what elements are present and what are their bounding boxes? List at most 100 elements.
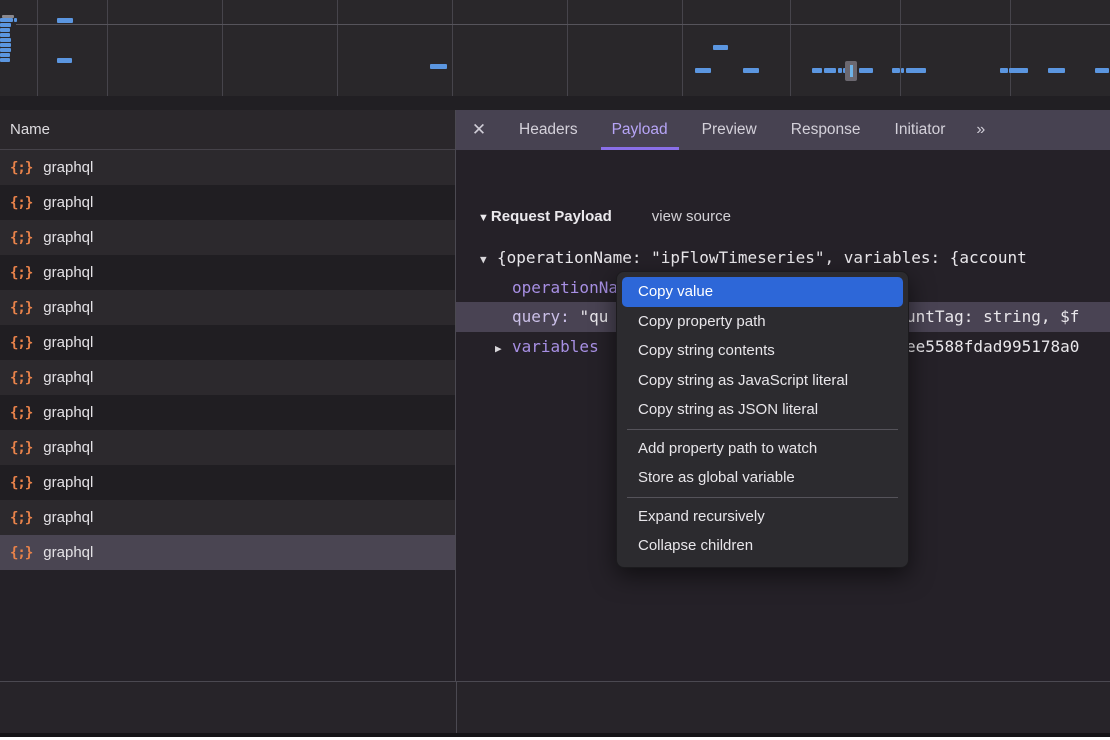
request-timing-bar	[1048, 68, 1065, 73]
request-row[interactable]: {;} graphql	[0, 255, 455, 290]
request-timing-bar	[57, 18, 73, 23]
menu-item-copy-string-contents[interactable]: Copy string contents	[622, 336, 903, 366]
timeline-gridline	[1010, 0, 1011, 110]
json-braces-icon: {;}	[10, 370, 32, 386]
request-timing-bar	[713, 45, 728, 50]
request-name-label: graphql	[43, 509, 93, 526]
request-timing-bar	[1095, 68, 1109, 73]
request-row[interactable]: {;}graphql	[0, 325, 455, 360]
payload-root-row[interactable]: ▼{operationName: "ipFlowTimeseries", var…	[456, 243, 1110, 273]
timeline-horizontal-line	[16, 24, 1110, 25]
devtools-network-panel: Name {;} graphql {;} graphql {;} graphql {;} gr…	[0, 0, 1110, 740]
property-value-right-fragment: ee5588fdad995178a0	[906, 332, 1079, 362]
json-braces-icon: {;}	[10, 510, 32, 526]
tab-initiator[interactable]: Initiator	[884, 110, 957, 150]
request-row[interactable]: {;}graphql	[0, 290, 455, 325]
request-timing-bar	[0, 23, 11, 27]
json-braces-icon: {;}	[10, 195, 32, 211]
collapse-caret-icon[interactable]: ▼	[478, 212, 489, 224]
request-name-label: graphql	[43, 369, 93, 386]
name-column-header[interactable]: Name	[0, 110, 455, 150]
tab-payload[interactable]: Payload	[601, 110, 679, 150]
request-name-label: graphql	[43, 194, 93, 211]
tab-response[interactable]: Response	[780, 110, 872, 150]
footer-area	[0, 682, 1110, 733]
close-icon[interactable]: ✕	[456, 110, 502, 150]
timeline-gridline	[900, 0, 901, 110]
menu-item-copy-string-as-javascript-literal[interactable]: Copy string as JavaScript literal	[622, 366, 903, 396]
request-name-label: graphql	[43, 334, 93, 351]
menu-item-add-property-path-to-watch[interactable]: Add property path to watch	[622, 434, 903, 464]
timeline-hover-marker	[845, 61, 857, 81]
request-timing-bar	[0, 53, 10, 57]
request-timing-bar	[906, 68, 926, 73]
request-timing-bar	[812, 68, 822, 73]
network-overview-timeline[interactable]	[0, 0, 1110, 110]
view-source-link[interactable]: view source	[652, 208, 731, 225]
request-timing-bar	[0, 43, 11, 47]
tab-preview[interactable]: Preview	[691, 110, 768, 150]
timeline-gridline	[682, 0, 683, 110]
menu-item-store-as-global-variable[interactable]: Store as global variable	[622, 463, 903, 493]
menu-item-collapse-children[interactable]: Collapse children	[622, 531, 903, 561]
timeline-gridline	[337, 0, 338, 110]
timeline-gridline	[107, 0, 108, 110]
request-timing-bar	[57, 58, 72, 63]
property-value-left-fragment: "qu	[579, 307, 608, 326]
name-column-label: Name	[10, 121, 50, 138]
request-row[interactable]: {;}graphql	[0, 220, 455, 255]
request-timing-bar	[838, 68, 842, 73]
request-name-label: graphql	[43, 264, 93, 281]
request-name-label: graphql	[43, 159, 93, 176]
request-row[interactable]: {;}graphql	[0, 535, 455, 570]
request-timing-bar	[1009, 68, 1028, 73]
tab-headers[interactable]: Headers	[508, 110, 589, 150]
timeline-gridline	[567, 0, 568, 110]
tab-overflow-chevron-icon[interactable]: »	[964, 110, 995, 150]
property-key: variables	[512, 337, 599, 356]
request-timing-bar	[14, 18, 17, 22]
request-name-label: graphql	[43, 474, 93, 491]
menu-item-copy-value[interactable]: Copy value	[622, 277, 903, 307]
menu-item-copy-string-as-json-literal[interactable]: Copy string as JSON literal	[622, 395, 903, 425]
menu-item-expand-recursively[interactable]: Expand recursively	[622, 502, 903, 532]
request-timing-bar	[430, 64, 447, 69]
request-row[interactable]: {;}graphql	[0, 430, 455, 465]
request-timing-bar	[859, 68, 873, 73]
property-value-right-fragment: untTag: string, $f	[906, 302, 1079, 332]
request-list-panel: Name {;} graphql {;} graphql {;} graphql {;} gr…	[0, 110, 456, 733]
timeline-gridline	[790, 0, 791, 110]
request-row[interactable]: {;} graphql	[0, 465, 455, 500]
expand-caret-icon[interactable]: ▶	[495, 334, 512, 362]
menu-separator	[627, 429, 898, 430]
request-timing-bar	[901, 68, 904, 73]
panel-splitter[interactable]	[456, 682, 457, 733]
request-timing-bar	[743, 68, 759, 73]
request-timing-bar	[0, 38, 11, 42]
json-braces-icon: {;}	[10, 545, 32, 561]
timeline-gridline	[222, 0, 223, 110]
request-timing-bar	[1000, 68, 1008, 73]
json-braces-icon: {;}	[10, 440, 32, 456]
request-row[interactable]: {;} graphql	[0, 150, 455, 185]
json-braces-icon: {;}	[10, 160, 32, 176]
request-timing-bar	[824, 68, 836, 73]
expand-caret-icon[interactable]: ▼	[480, 245, 497, 273]
menu-item-copy-property-path[interactable]: Copy property path	[622, 307, 903, 337]
request-row[interactable]: {;} graphql	[0, 185, 455, 220]
payload-preview-text: {operationName: "ipFlowTimeseries", vari…	[497, 248, 1027, 267]
json-braces-icon: {;}	[10, 475, 32, 491]
request-timing-bar	[695, 68, 711, 73]
request-timing-bar	[0, 18, 13, 22]
request-row[interactable]: {;} graphql	[0, 500, 455, 535]
request-payload-title: Request Payload	[491, 208, 612, 225]
request-name-label: graphql	[43, 404, 93, 421]
context-menu: Copy valueCopy property pathCopy string …	[616, 271, 909, 568]
request-row[interactable]: {;}graphql	[0, 395, 455, 430]
timeline-bottom-band	[0, 96, 1110, 110]
request-name-label: graphql	[43, 299, 93, 316]
timeline-gridline	[452, 0, 453, 110]
json-braces-icon: {;}	[10, 230, 32, 246]
json-braces-icon: {;}	[10, 265, 32, 281]
request-row[interactable]: {;} graphql	[0, 360, 455, 395]
